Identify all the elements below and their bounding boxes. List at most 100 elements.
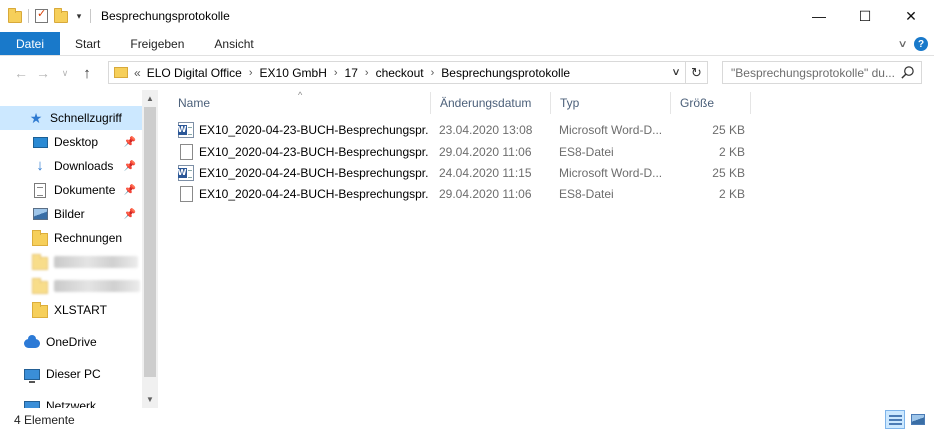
documents-icon	[32, 182, 48, 198]
nav-item-blurred-folder[interactable]	[0, 274, 142, 298]
column-header-date[interactable]: Änderungsdatum	[430, 90, 550, 116]
file-type: ES8-Datei	[559, 145, 614, 159]
nav-item-netzwerk[interactable]: Netzwerk	[0, 394, 142, 408]
breadcrumb-overflow[interactable]: «	[134, 66, 141, 80]
file-date: 23.04.2020 13:08	[439, 123, 533, 137]
breadcrumb-elo-digital-office[interactable]: ELO Digital Office	[147, 66, 242, 80]
folder-icon	[32, 301, 48, 318]
star-icon: ★	[29, 110, 43, 126]
file-row[interactable]: EX10_2020-04-23-BUCH-Besprechungspr... 2…	[168, 142, 928, 162]
file-row[interactable]: EX10_2020-04-23-BUCH-Besprechungspr... 2…	[168, 120, 928, 140]
expand-ribbon-chevron-icon[interactable]: ∨	[897, 39, 907, 50]
details-view-button[interactable]	[885, 410, 905, 429]
help-icon[interactable]: ?	[914, 37, 928, 51]
file-size: 25 KB	[712, 123, 745, 137]
address-dropdown-icon[interactable]: ∨	[664, 67, 687, 78]
properties-icon[interactable]	[35, 7, 48, 23]
file-name-cell[interactable]: EX10_2020-04-23-BUCH-Besprechungspr...	[178, 142, 428, 162]
file-date: 29.04.2020 11:06	[439, 145, 532, 159]
address-bar[interactable]: « ELO Digital Office › EX10 GmbH › 17 › …	[108, 61, 708, 84]
minimize-button[interactable]: —	[796, 0, 842, 32]
breadcrumb-separator-icon[interactable]: ›	[431, 67, 435, 79]
nav-item-downloads[interactable]: ↓ Downloads 📌	[0, 154, 142, 178]
file-name-cell[interactable]: EX10_2020-04-24-BUCH-Besprechungspr...	[178, 163, 428, 183]
recent-locations-dropdown-icon[interactable]: ∨	[54, 68, 76, 79]
file-row[interactable]: EX10_2020-04-24-BUCH-Besprechungspr... 2…	[168, 163, 928, 183]
nav-item-rechnungen[interactable]: Rechnungen	[0, 226, 142, 250]
large-icons-view-button[interactable]	[908, 410, 928, 429]
file-name-cell[interactable]: EX10_2020-04-24-BUCH-Besprechungspr...	[178, 184, 428, 204]
file-type: ES8-Datei	[559, 187, 614, 201]
pc-icon	[24, 366, 40, 383]
download-icon: ↓	[36, 157, 44, 174]
file-size: 25 KB	[712, 166, 745, 180]
nav-item-xlstart[interactable]: XLSTART	[0, 298, 142, 322]
tab-datei[interactable]: Datei	[0, 32, 61, 55]
customize-dropdown-icon[interactable]: ▾	[74, 11, 84, 22]
folder-icon	[32, 229, 48, 246]
network-icon	[24, 398, 40, 408]
pin-icon[interactable]: 📌	[124, 185, 136, 196]
scroll-down-icon[interactable]: ▼	[142, 391, 158, 408]
breadcrumb-checkout[interactable]: checkout	[376, 66, 424, 80]
breadcrumb-separator-icon[interactable]: ›	[365, 67, 369, 79]
nav-item-dieser-pc[interactable]: Dieser PC	[0, 362, 142, 386]
refresh-icon[interactable]: ↻	[685, 62, 707, 83]
toolbar-separator	[28, 9, 29, 23]
nav-item-dokumente[interactable]: Dokumente 📌	[0, 178, 142, 202]
nav-item-label: XLSTART	[54, 303, 107, 317]
column-header-type[interactable]: Typ	[550, 90, 670, 116]
nav-item-blurred-folder[interactable]	[0, 250, 142, 274]
pictures-icon	[32, 206, 48, 222]
nav-item-bilder[interactable]: Bilder 📌	[0, 202, 142, 226]
nav-scrollbar[interactable]: ▲ ▼	[142, 90, 158, 408]
tab-ansicht[interactable]: Ansicht	[199, 32, 268, 55]
file-name-cell[interactable]: EX10_2020-04-23-BUCH-Besprechungspr...	[178, 120, 428, 140]
nav-item-label: Dokumente	[54, 183, 116, 197]
quick-access-toolbar: ▾ Besprechungsprotokolle	[0, 0, 230, 32]
blurred-label	[54, 256, 138, 268]
breadcrumb-ex10-gmbh[interactable]: EX10 GmbH	[260, 66, 327, 80]
file-icon	[180, 186, 193, 202]
tab-start[interactable]: Start	[60, 32, 115, 55]
scroll-up-icon[interactable]: ▲	[142, 90, 158, 107]
nav-item-desktop[interactable]: Desktop 📌	[0, 130, 142, 154]
nav-item-schnellzugriff[interactable]: ★ Schnellzugriff	[0, 106, 142, 130]
close-button[interactable]: ✕	[888, 0, 934, 32]
file-list: ^ Name Änderungsdatum Typ Größe EX10_202…	[168, 90, 934, 408]
ribbon-tabs: Datei Start Freigeben Ansicht ∨ ?	[0, 32, 934, 56]
back-arrow-icon[interactable]: ←	[10, 65, 32, 81]
search-box[interactable]: "Besprechungsprotokolle" du...	[722, 61, 922, 84]
tab-freigeben[interactable]: Freigeben	[115, 32, 199, 55]
pin-icon[interactable]: 📌	[124, 161, 136, 172]
forward-arrow-icon[interactable]: →	[32, 65, 54, 81]
maximize-button[interactable]: ☐	[842, 0, 888, 32]
pin-icon[interactable]: 📌	[124, 137, 136, 148]
large-icons-view-icon	[911, 414, 925, 425]
folder-icon	[32, 277, 48, 294]
new-folder-icon[interactable]	[54, 8, 68, 23]
breadcrumb-separator-icon[interactable]: ›	[334, 67, 338, 79]
breadcrumb-separator-icon[interactable]: ›	[249, 67, 253, 79]
folder-icon	[114, 67, 128, 78]
folder-icon[interactable]	[8, 8, 22, 23]
scrollbar-thumb[interactable]	[144, 107, 156, 377]
toolbar-separator	[90, 9, 91, 23]
file-size: 2 KB	[718, 187, 745, 201]
search-icon[interactable]	[900, 65, 915, 80]
file-icon	[180, 144, 193, 160]
column-header-name[interactable]: Name	[168, 90, 426, 116]
up-arrow-icon[interactable]: ↑	[76, 65, 98, 82]
breadcrumb-17[interactable]: 17	[345, 66, 358, 80]
navigation-bar: ← → ∨ ↑ « ELO Digital Office › EX10 GmbH…	[0, 56, 934, 90]
nav-item-label: OneDrive	[46, 335, 97, 349]
column-divider[interactable]	[750, 92, 751, 114]
breadcrumb-besprechungsprotokolle[interactable]: Besprechungsprotokolle	[441, 66, 570, 80]
nav-item-onedrive[interactable]: OneDrive	[0, 330, 142, 354]
file-row[interactable]: EX10_2020-04-24-BUCH-Besprechungspr... 2…	[168, 184, 928, 204]
search-input[interactable]: "Besprechungsprotokolle" du...	[731, 66, 899, 80]
view-switcher	[885, 410, 928, 429]
file-name: EX10_2020-04-23-BUCH-Besprechungspr...	[199, 145, 428, 159]
pin-icon[interactable]: 📌	[124, 209, 136, 220]
column-header-size[interactable]: Größe	[670, 90, 750, 116]
